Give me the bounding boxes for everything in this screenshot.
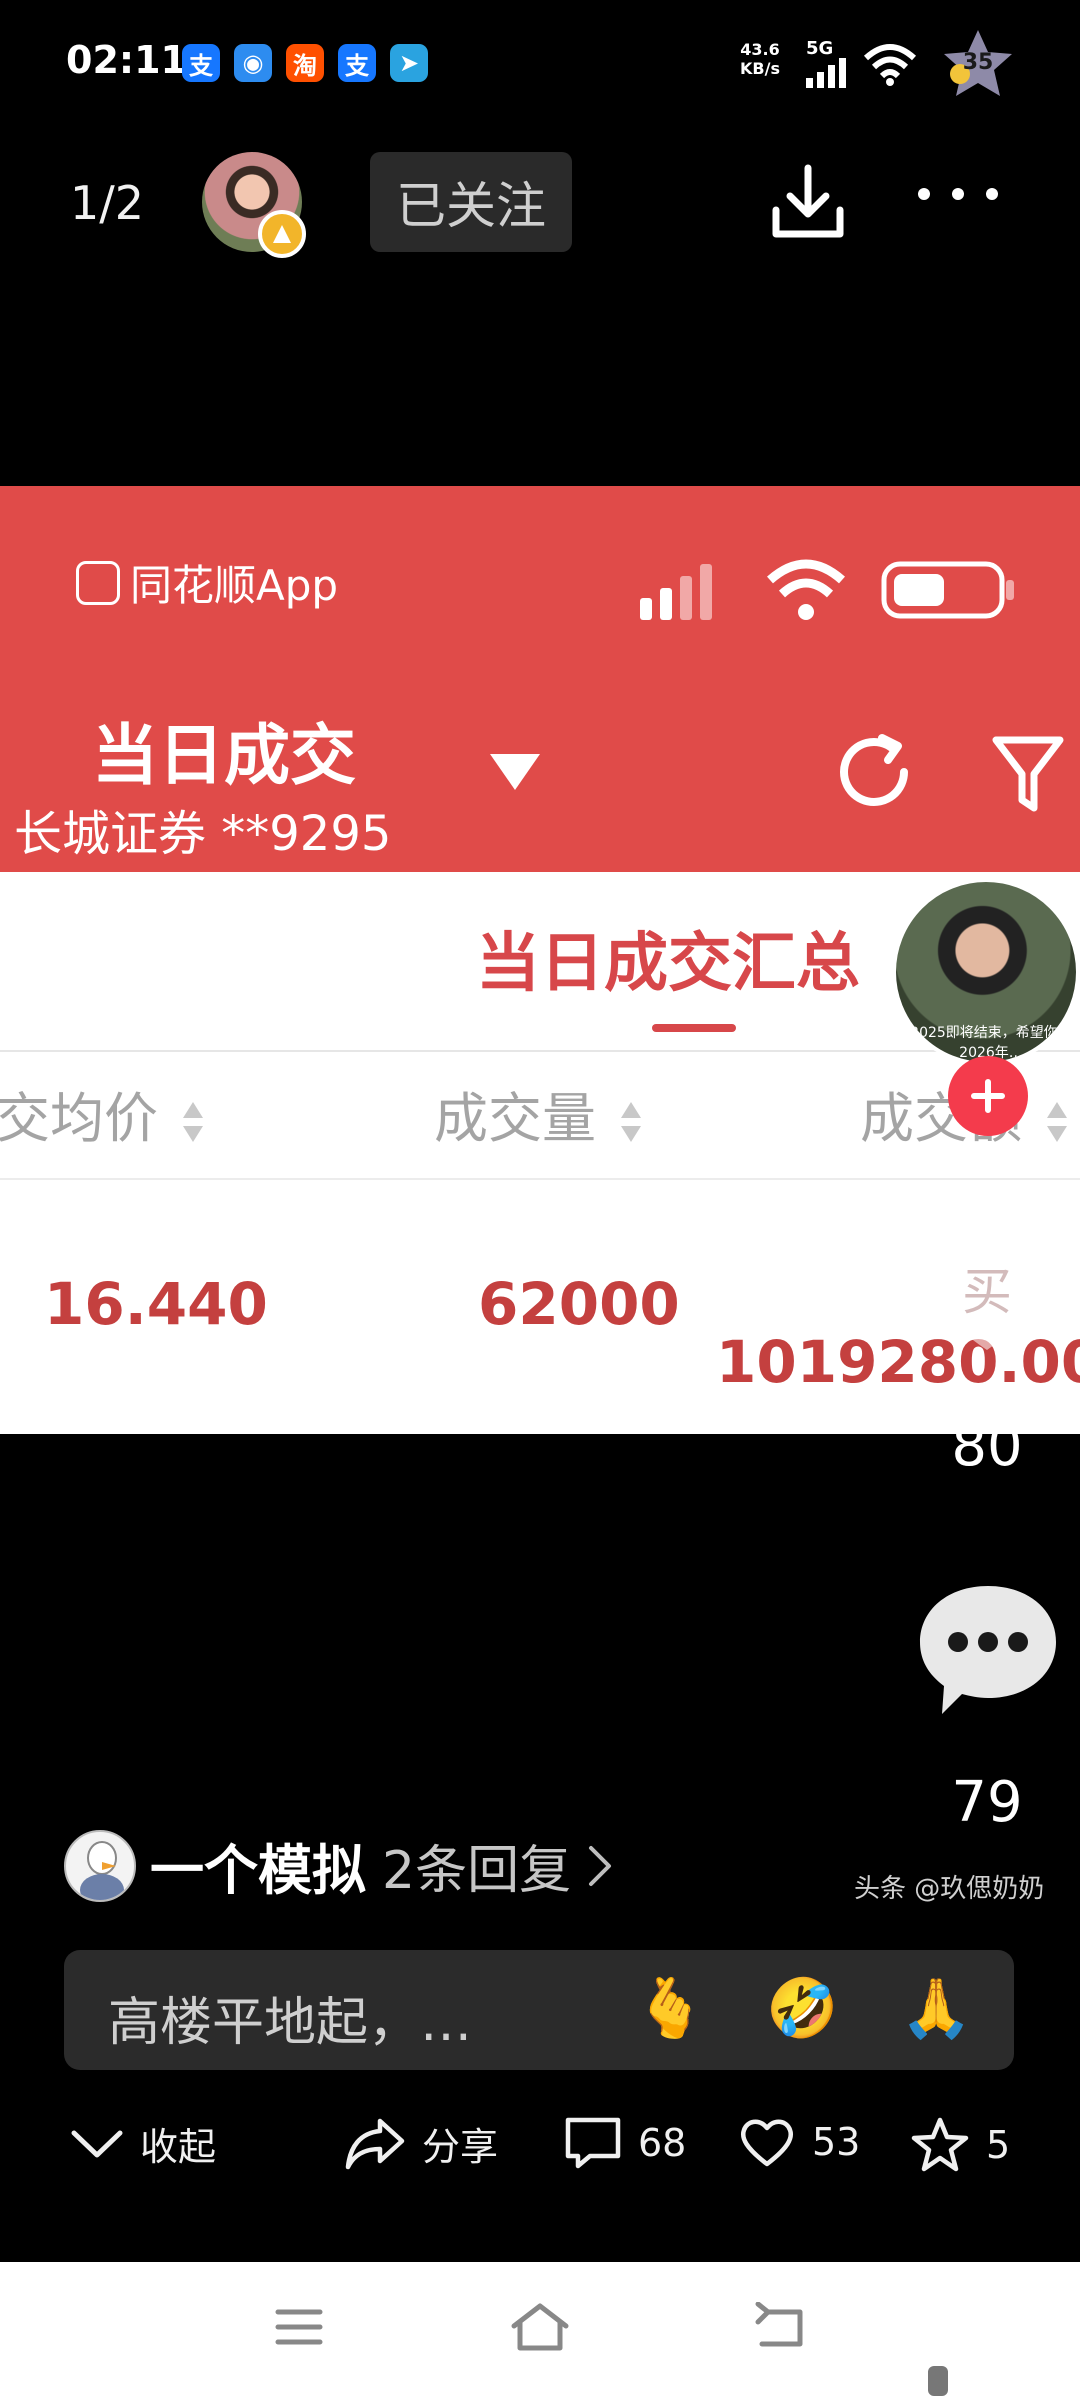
like-count: 80 — [951, 1414, 1023, 1479]
dot-icon — [952, 188, 964, 200]
network-speed-unit: KB/s — [740, 59, 780, 78]
tab-indicator — [652, 1024, 736, 1032]
comment-icon — [565, 2117, 621, 2169]
comments-count: 68 — [638, 2121, 687, 2165]
embedded-app-name-label: 同花顺App — [130, 561, 339, 610]
telegram-icon: ➤ — [390, 44, 428, 82]
commenter-name: 一个模拟 — [150, 1839, 366, 1902]
status-time: 02:11 — [66, 38, 187, 82]
cell-volume: 62000 — [478, 1270, 680, 1338]
collapse-button[interactable]: 收起 — [70, 2116, 216, 2171]
column-header-label: 成交均价 — [0, 1087, 158, 1150]
watermark: 头条 @玖偲奶奶 — [854, 1874, 1045, 1904]
follow-plus-button[interactable] — [948, 1056, 1028, 1136]
tonghuashun-logo-icon — [76, 560, 120, 605]
divider — [0, 1178, 1080, 1180]
embedded-app-name: 同花顺App — [76, 552, 338, 613]
network-speed: 43.6 KB/s — [740, 40, 780, 78]
comment-input-text: 高楼平地起，… — [108, 1993, 473, 2053]
column-header-avg-price: 成交均价 — [0, 1074, 205, 1153]
pray-emoji-button[interactable]: 🙏 — [900, 1974, 972, 2043]
embedded-app-header: 同花顺App 当日成交 长城证券 **9295 — [0, 486, 1080, 872]
embedded-battery-icon — [881, 561, 1014, 619]
status-bar: 02:11 支 ◉ 淘支 ➤ 43.6 KB/s 5G 35 — [0, 0, 1080, 120]
image-page-counter: 1/2 — [70, 176, 145, 230]
embedded-wifi-icon — [767, 559, 845, 620]
network-speed-value: 43.6 — [740, 40, 780, 59]
back-icon[interactable] — [754, 2302, 808, 2352]
column-header-label: 成交量 — [434, 1087, 596, 1150]
chevron-right-icon — [589, 1845, 612, 1886]
column-header-volume: 成交量 — [434, 1074, 643, 1153]
comment-input[interactable]: 高楼平地起，… 🫰 🤣 🙏 — [64, 1950, 1014, 2070]
sort-arrows-icon — [1047, 1102, 1068, 1143]
chevron-down-icon — [71, 2130, 123, 2157]
level-badge-icon: 35 — [940, 26, 1016, 102]
notification-icons: 支 ◉ 淘支 ➤ — [182, 44, 428, 82]
star-outline-icon — [911, 2117, 969, 2172]
action-bar: 收起 分享 68 53 5 — [0, 2108, 1080, 2188]
verified-badge-icon — [258, 210, 306, 258]
like-button[interactable]: 买 — [912, 1222, 1062, 1362]
share-label: 分享 — [422, 2125, 499, 2169]
goose-avatar-icon — [80, 1840, 124, 1900]
embedded-title: 当日成交 — [92, 717, 356, 794]
network-type: 5G — [806, 38, 834, 59]
like-watermark: 买 — [962, 1263, 1012, 1321]
share-button[interactable]: 分享 — [344, 2116, 498, 2171]
comments-button[interactable]: 68 — [564, 2116, 686, 2170]
sort-arrows-icon — [183, 1102, 204, 1143]
more-options-button[interactable] — [918, 188, 998, 200]
handle-indicator — [928, 2366, 948, 2396]
comment-preview[interactable]: 一个模拟 2条回复 — [64, 1826, 613, 1905]
comment-bubble-icon[interactable] — [916, 1580, 1060, 1718]
likes-count: 53 — [812, 2120, 861, 2164]
comment-count: 79 — [951, 1770, 1023, 1835]
download-icon[interactable] — [766, 160, 850, 244]
embedded-summary-tab: 当日成交汇总 — [476, 927, 860, 1001]
finger-heart-emoji-button[interactable]: 🫰 — [634, 1974, 706, 2043]
menu-icon[interactable] — [274, 2302, 324, 2352]
reply-count-link[interactable]: 2条回复 — [382, 1828, 571, 1903]
home-icon[interactable] — [510, 2302, 570, 2352]
favorites-count: 5 — [986, 2123, 1011, 2167]
sort-arrows-icon — [621, 1102, 642, 1143]
level-badge-number: 35 — [962, 50, 994, 75]
wifi-icon — [863, 44, 917, 86]
dot-icon — [986, 188, 998, 200]
plus-icon — [971, 1079, 1005, 1113]
like-post-button[interactable]: 53 — [738, 2116, 860, 2168]
filter-icon — [992, 736, 1064, 812]
embedded-broker: 长城证券 **9295 — [14, 806, 392, 862]
refresh-icon — [840, 734, 908, 806]
creator-avatar[interactable]: 2025即将结束，希望你在2026年… — [892, 878, 1080, 1066]
cell-avg-price: 16.440 — [44, 1270, 268, 1338]
collapse-label: 收起 — [140, 2125, 217, 2169]
dot-icon — [918, 188, 930, 200]
cellular-signal-icon: 5G — [806, 40, 854, 92]
system-navigation-bar — [0, 2262, 1080, 2400]
alipay-icon: 支 — [338, 44, 376, 82]
heart-outline-icon — [741, 2119, 793, 2167]
embedded-signal-icon — [640, 564, 712, 620]
dropdown-arrow-icon — [490, 754, 540, 790]
share-icon — [345, 2118, 405, 2169]
favorite-button[interactable]: 5 — [910, 2116, 1010, 2174]
taobao-icon: 淘 — [286, 44, 324, 82]
alipay-icon: 支 — [182, 44, 220, 82]
commenter-avatar — [64, 1829, 136, 1902]
map-app-icon: ◉ — [234, 44, 272, 82]
follow-button[interactable]: 已关注 — [370, 152, 572, 252]
laughing-emoji-button[interactable]: 🤣 — [766, 1974, 838, 2043]
